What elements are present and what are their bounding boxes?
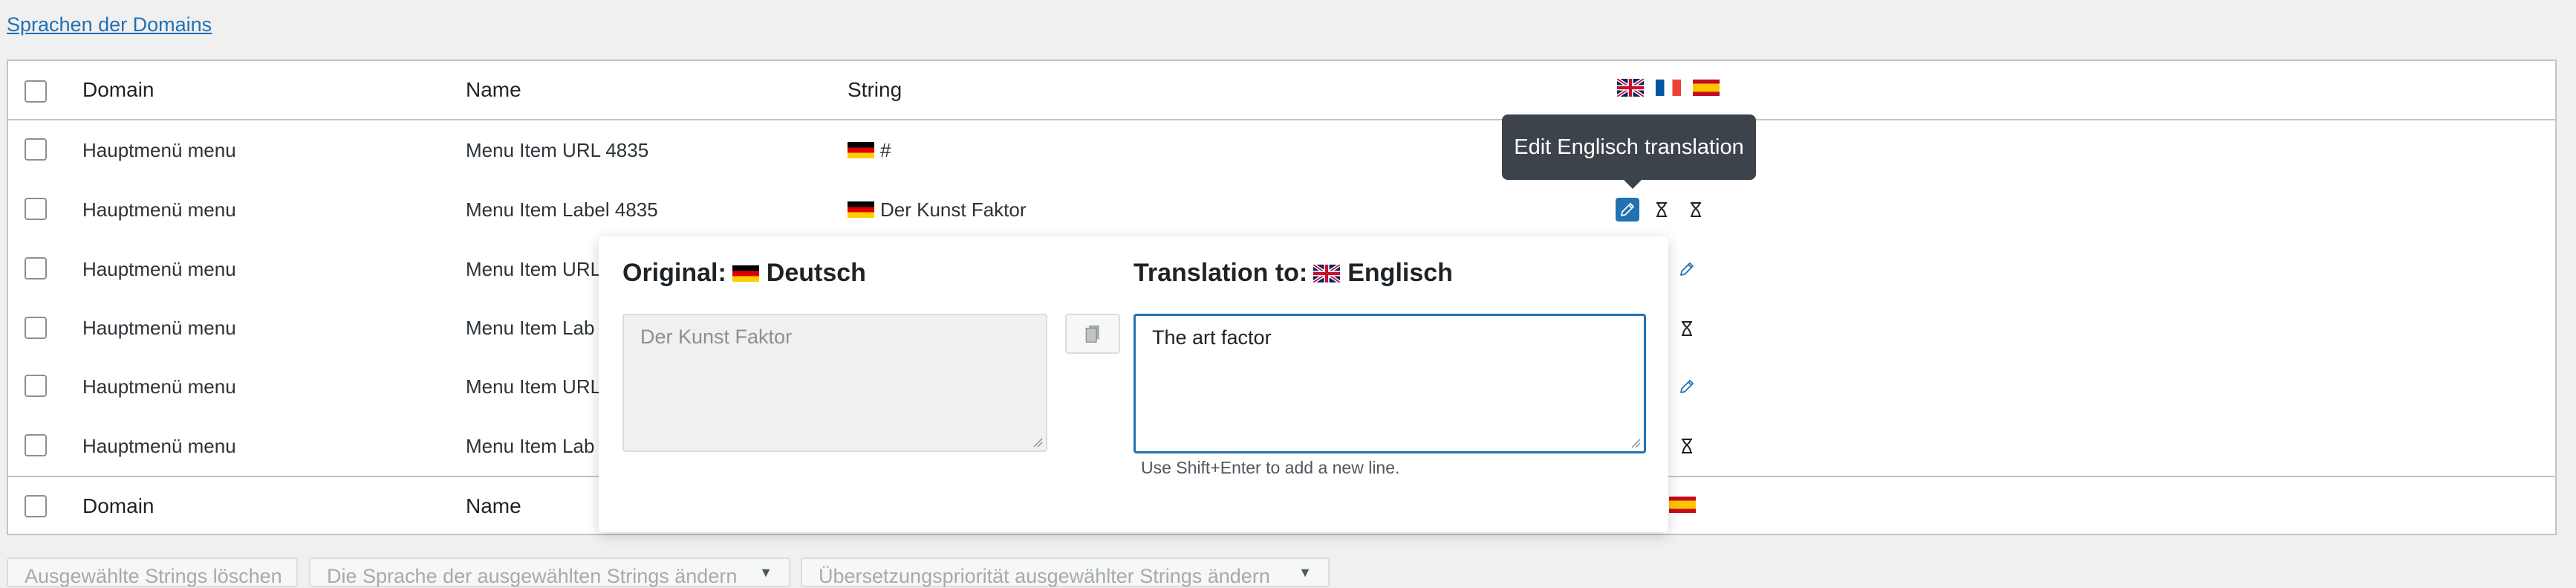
column-name[interactable]: Name: [466, 61, 521, 119]
column-domain[interactable]: Domain: [82, 61, 154, 119]
row-name: Menu Item URL: [466, 257, 602, 280]
button-label: Ausgewählte Strings löschen: [25, 565, 282, 587]
original-heading: Original: Deutsch: [622, 259, 866, 288]
original-text: Der Kunst Faktor: [640, 326, 793, 348]
es-flag-icon: [1669, 497, 1696, 513]
row-translation-actions: [1616, 198, 1708, 222]
gb-flag-icon: [1617, 79, 1644, 97]
gb-flag-icon: [1313, 265, 1340, 282]
row-name: Menu Item Label 4835: [466, 198, 658, 221]
es-flag-icon: [1693, 80, 1720, 96]
row-translation-actions: [1675, 317, 1699, 340]
table-row: Hauptmenü menu Menu Item Label 4835 Der …: [8, 180, 2555, 239]
resize-grip-icon[interactable]: [1630, 438, 1641, 448]
original-label: Original:: [622, 259, 726, 287]
row-string-text: Der Kunst Faktor: [880, 198, 1027, 221]
row-string: Der Kunst Faktor: [848, 180, 1027, 239]
select-label: Übersetzungspriorität ausgewählter Strin…: [819, 565, 1270, 587]
hourglass-icon[interactable]: [1684, 198, 1708, 222]
row-translation-actions: [1675, 375, 1699, 398]
de-flag-icon: [732, 265, 759, 282]
row-checkbox[interactable]: [25, 434, 47, 456]
row-domain: Hauptmenü menu: [82, 198, 236, 221]
row-name: Menu Item Lab: [466, 434, 595, 457]
translation-text-field[interactable]: The art factor: [1133, 314, 1646, 453]
select-label: Die Sprache der ausgewählten Strings änd…: [327, 565, 738, 587]
domain-languages-link[interactable]: Sprachen der Domains: [7, 13, 212, 36]
translation-heading: Translation to: Englisch: [1133, 259, 1453, 288]
new-line-hint: Use Shift+Enter to add a new line.: [1141, 458, 1400, 477]
row-translation-actions: [1675, 434, 1699, 458]
row-checkbox[interactable]: [25, 257, 47, 280]
language-flags: [1617, 79, 1726, 97]
select-all-checkbox[interactable]: [25, 495, 47, 517]
row-domain: Hauptmenü menu: [82, 316, 236, 339]
translation-text[interactable]: The art factor: [1152, 326, 1272, 349]
row-checkbox[interactable]: [25, 138, 47, 161]
translation-editor-popup: Original: Deutsch Translation to: Englis…: [599, 236, 1668, 532]
change-language-select[interactable]: Die Sprache der ausgewählten Strings änd…: [309, 558, 790, 587]
row-name: Menu Item URL 4835: [466, 138, 649, 161]
row-string-text: #: [880, 138, 891, 161]
hourglass-icon[interactable]: [1675, 434, 1699, 458]
row-domain: Hauptmenü menu: [82, 375, 236, 398]
pencil-icon[interactable]: [1675, 375, 1699, 398]
resize-grip-icon[interactable]: [1032, 437, 1043, 448]
row-domain: Hauptmenü menu: [82, 434, 236, 457]
row-domain: Hauptmenü menu: [82, 257, 236, 280]
original-text-field: Der Kunst Faktor: [622, 314, 1047, 452]
column-string[interactable]: String: [848, 61, 902, 119]
chevron-down-icon: ▼: [1298, 565, 1312, 580]
hourglass-icon[interactable]: [1675, 317, 1699, 340]
row-name: Menu Item URL: [466, 375, 602, 398]
table-header: Domain Name String: [8, 61, 2555, 119]
row-checkbox[interactable]: [25, 198, 47, 220]
row-domain: Hauptmenü menu: [82, 138, 236, 161]
copy-icon: [1085, 325, 1099, 343]
select-all-checkbox[interactable]: [25, 80, 47, 103]
original-language: Deutsch: [766, 259, 866, 287]
column-domain[interactable]: Domain: [82, 477, 154, 535]
hourglass-icon[interactable]: [1650, 198, 1674, 222]
row-checkbox[interactable]: [25, 317, 47, 339]
translation-label: Translation to:: [1133, 259, 1308, 287]
row-string: #: [848, 120, 891, 180]
de-flag-icon: [848, 142, 874, 158]
translation-language: Englisch: [1347, 259, 1453, 287]
delete-selected-strings-button[interactable]: Ausgewählte Strings löschen: [7, 558, 298, 587]
edit-english-pencil-icon[interactable]: [1616, 198, 1639, 222]
table-row: Hauptmenü menu Menu Item URL 4835 #: [8, 120, 2555, 180]
pencil-icon[interactable]: [1675, 257, 1699, 281]
language-flags: [1669, 497, 1702, 513]
row-name: Menu Item Lab: [466, 316, 595, 339]
row-checkbox[interactable]: [25, 375, 47, 397]
fr-flag-icon: [1656, 80, 1681, 96]
copy-original-button[interactable]: [1065, 314, 1120, 354]
row-translation-actions: [1675, 257, 1699, 281]
de-flag-icon: [848, 201, 874, 218]
chevron-down-icon: ▼: [759, 565, 773, 580]
column-name[interactable]: Name: [466, 477, 521, 535]
change-priority-select[interactable]: Übersetzungspriorität ausgewählter Strin…: [801, 558, 1330, 587]
edit-translation-tooltip: Edit Englisch translation: [1502, 114, 1756, 189]
